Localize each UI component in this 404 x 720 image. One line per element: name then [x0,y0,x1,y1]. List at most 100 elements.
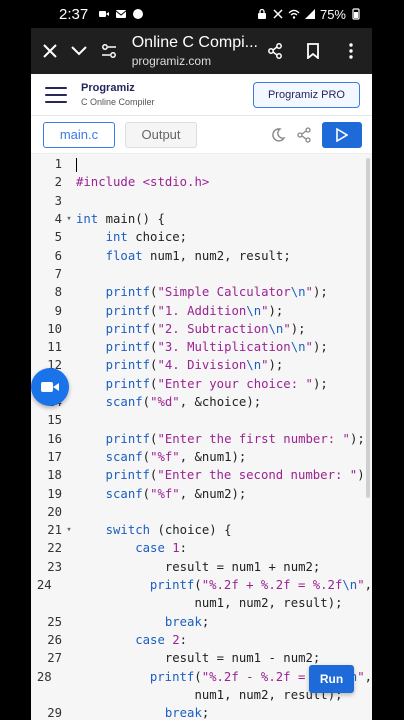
close-icon[interactable] [35,34,65,68]
code-line[interactable]: 25 break; [31,613,372,631]
code-line[interactable]: 2 #include <stdio.h> [31,173,372,191]
line-number: 19 [47,486,62,501]
line-number: 3 [54,193,62,208]
line-number: 27 [47,651,62,666]
site-settings-icon[interactable] [94,34,124,68]
code-line[interactable]: 22 case 1: [31,539,372,557]
chevron-down-icon[interactable] [65,34,95,68]
play-icon [336,127,348,142]
tab-main-c[interactable]: main.c [43,121,115,148]
code-text: printf("1. Addition\n"); [105,303,284,318]
line-number: 25 [47,614,62,629]
code-line[interactable]: 11 printf("3. Multiplication\n"); [31,338,372,356]
code-line[interactable]: 26 case 2: [31,631,372,649]
mail-notification-icon [115,10,127,18]
logo-subtitle: C Online Compiler [81,97,155,107]
code-line[interactable]: 6 float num1, num2, result; [31,247,372,265]
code-line[interactable]: 14 scanf("%d", &choice); [31,393,372,411]
line-number: 23 [47,559,62,574]
line-number: 2 [54,175,62,190]
code-text: #include <stdio.h> [76,175,210,190]
code-text: scanf("%f", &num1); [105,449,247,464]
code-line[interactable]: 21 ▾ switch (choice) { [31,521,372,539]
browser-toolbar: Online C Compi... programiz.com [31,28,372,74]
code-line[interactable]: 7 [31,265,372,283]
code-line[interactable]: num1, num2, result); [31,594,372,612]
battery-percent: 75% [319,6,346,22]
battery-icon [352,8,360,20]
tab-output[interactable]: Output [125,121,197,148]
code-text: printf("3. Multiplication\n"); [105,340,328,355]
code-text: break; [164,614,210,629]
code-line[interactable]: 1 [31,155,372,173]
dark-mode-icon[interactable] [270,127,286,143]
code-text: printf("Enter the second number: "); [105,468,372,483]
code-line[interactable]: 19 scanf("%f", &num2); [31,484,372,502]
status-time: 2:37 [59,5,89,23]
hamburger-menu-icon[interactable] [45,86,67,103]
code-text: scanf("%f", &num2); [105,486,247,501]
code-text: printf("Enter your choice: "); [105,376,328,391]
code-line[interactable]: 16 printf("Enter the first number: "); [31,430,372,448]
code-line[interactable]: 29 break; [31,704,372,720]
line-number: 7 [54,266,62,281]
video-camera-icon [41,382,59,392]
run-button[interactable]: Run [309,665,354,693]
line-number: 29 [47,706,62,720]
line-number: 1 [54,157,62,172]
code-text: printf("2. Subtraction\n"); [105,321,306,336]
programiz-logo[interactable]: Programiz C Online Compiler [81,82,155,107]
line-number: 16 [47,431,62,446]
code-line[interactable]: 5 int choice; [31,228,372,246]
bookmark-icon[interactable] [296,34,330,68]
code-line[interactable]: 8 printf("Simple Calculator\n"); [31,283,372,301]
code-text: scanf("%d", &choice); [105,395,262,410]
share-code-icon[interactable] [296,126,312,143]
run-button-toolbar[interactable] [322,121,362,148]
site-header: Programiz C Online Compiler Programiz PR… [31,74,372,116]
logo-text: Programiz [81,82,135,94]
line-number: 11 [47,340,62,355]
code-line[interactable]: 9 printf("1. Addition\n"); [31,301,372,319]
code-text: printf("Simple Calculator\n"); [105,285,328,300]
fold-toggle-icon[interactable]: ▾ [62,525,76,535]
line-number: 20 [47,504,62,519]
more-options-icon[interactable] [334,34,368,68]
line-number: 9 [54,303,62,318]
code-text: printf("%.2f + %.2f = %.2f\n", [149,578,372,593]
code-line[interactable]: 13 printf("Enter your choice: "); [31,375,372,393]
video-call-bubble[interactable] [31,368,69,406]
code-line[interactable]: 23 result = num1 + num2; [31,558,372,576]
wifi-icon [288,9,300,19]
share-icon[interactable] [258,34,292,68]
code-line[interactable]: 3 [31,192,372,210]
editor-toolbar: main.c Output [31,116,372,154]
code-line[interactable]: 20 [31,503,372,521]
code-text: case 1: [135,541,188,556]
line-number: 17 [47,449,62,464]
line-number: 22 [47,541,62,556]
code-line[interactable]: 15 [31,411,372,429]
code-text: int choice; [105,230,188,245]
code-line[interactable]: 18 printf("Enter the second number: "); [31,466,372,484]
code-line[interactable]: 12 printf("4. Division\n"); [31,356,372,374]
code-text: printf("4. Division\n"); [105,358,284,373]
line-number: 10 [47,321,62,336]
code-line[interactable]: 4 ▾ int main() { [31,210,372,228]
page-title-block[interactable]: Online C Compi... programiz.com [132,34,258,68]
line-number: 28 [36,669,52,684]
programiz-pro-button[interactable]: Programiz PRO [252,81,360,108]
code-text: num1, num2, result); [76,596,343,611]
line-number: 8 [54,285,62,300]
fold-toggle-icon[interactable]: ▾ [62,214,76,224]
code-line[interactable]: 17 scanf("%f", &num1); [31,448,372,466]
code-editor[interactable]: 1 2 #include <stdio.h> 3 4 ▾ int main() {5 int… [31,154,372,720]
line-number: 18 [47,468,62,483]
editor-scrollbar[interactable] [366,158,370,498]
line-number: 4 [54,212,62,227]
code-line[interactable]: 24 printf("%.2f + %.2f = %.2f\n", [31,576,372,594]
code-line[interactable]: 10 printf("2. Subtraction\n"); [31,320,372,338]
code-text: switch (choice) { [105,523,232,538]
messenger-notification-icon [133,9,144,19]
line-number: 24 [36,578,52,593]
